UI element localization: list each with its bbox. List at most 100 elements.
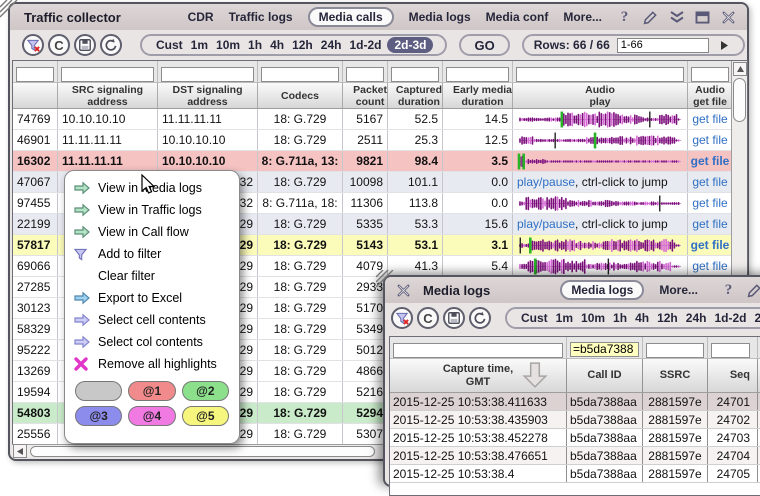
- media-filter-input[interactable]: [711, 343, 750, 358]
- audio-waveform[interactable]: [513, 193, 688, 213]
- v-scrollbar-thumb[interactable]: [733, 78, 746, 122]
- resize-grip-icon[interactable]: [376, 270, 394, 288]
- tab-media-conf[interactable]: Media conf: [486, 10, 549, 24]
- go-button[interactable]: GO: [459, 34, 509, 56]
- help-icon[interactable]: ?: [720, 283, 737, 298]
- column-filter-input[interactable]: [161, 67, 254, 82]
- get-file-link[interactable]: get file: [692, 196, 727, 210]
- audio-waveform[interactable]: [513, 235, 688, 255]
- tab-more-[interactable]: More...: [563, 10, 602, 24]
- edit-icon[interactable]: [746, 283, 760, 298]
- media-table-row[interactable]: 2015-12-25 10:53:38.435903b5da7388aa2881…: [390, 411, 760, 429]
- menu-item-add-to-filter[interactable]: Add to filter: [65, 243, 239, 265]
- tab-cdr[interactable]: CDR: [188, 10, 214, 24]
- column-header[interactable]: DST signaling address: [158, 83, 258, 108]
- media-table-row[interactable]: 2015-12-25 10:53:38.476651b5da7388aa2881…: [390, 447, 760, 465]
- tab-media-calls[interactable]: Media calls: [308, 7, 394, 27]
- audio-waveform[interactable]: [513, 151, 688, 171]
- time-range-4h[interactable]: 4h: [270, 38, 284, 52]
- get-file-link[interactable]: get file: [692, 133, 727, 147]
- media-column-header[interactable]: Seq: [708, 359, 758, 392]
- get-file-link[interactable]: get file: [691, 154, 730, 168]
- highlight-swatch-@2[interactable]: @2: [182, 381, 229, 401]
- save-button[interactable]: [74, 34, 96, 56]
- time-range-24h[interactable]: 24h: [321, 38, 342, 52]
- column-filter-input[interactable]: [61, 67, 154, 82]
- highlight-swatch-@5[interactable]: @5: [182, 406, 229, 426]
- column-filter-input[interactable]: [516, 67, 684, 82]
- media-filter-input[interactable]: [646, 343, 704, 358]
- time-range-cust[interactable]: Cust: [521, 311, 548, 325]
- play-pause-link[interactable]: play/pause: [517, 217, 575, 231]
- time-range-1h[interactable]: 1h: [613, 311, 627, 325]
- time-range-1d-2d[interactable]: 1d-2d: [349, 38, 381, 52]
- filter-clear-button[interactable]: [391, 307, 413, 329]
- column-filter-input[interactable]: [446, 67, 509, 82]
- menu-item-view-in-call-flow[interactable]: View in Call flow: [65, 221, 239, 243]
- time-range-2d-3d[interactable]: 2d-3d: [754, 311, 760, 325]
- media-column-header[interactable]: SSRC: [643, 359, 708, 392]
- menu-item-remove-all-highlights[interactable]: Remove all highlights: [65, 353, 239, 375]
- audio-waveform[interactable]: [513, 109, 688, 129]
- time-range-10m[interactable]: 10m: [581, 311, 605, 325]
- menu-item-clear-filter[interactable]: Clear filter: [65, 265, 239, 287]
- next-page-icon[interactable]: [716, 38, 733, 53]
- highlight-swatch-@3[interactable]: @3: [75, 406, 122, 426]
- time-range-1m[interactable]: 1m: [191, 38, 208, 52]
- column-header[interactable]: Captured duration: [388, 83, 443, 108]
- scroll-left-icon[interactable]: [13, 444, 27, 458]
- window-icon[interactable]: [694, 10, 711, 25]
- get-file-link[interactable]: get file: [691, 238, 730, 252]
- media-tab-more-[interactable]: More...: [659, 283, 698, 297]
- column-header[interactable]: SRC signaling address: [58, 83, 158, 108]
- tab-media-logs[interactable]: Media logs: [409, 10, 471, 24]
- media-table-row[interactable]: 2015-12-25 10:53:38.411633b5da7388aa2881…: [390, 393, 760, 411]
- chevron-double-down-icon[interactable]: [668, 10, 685, 25]
- edit-icon[interactable]: [642, 10, 659, 25]
- column-header[interactable]: Early media duration: [443, 83, 513, 108]
- filter-clear-button[interactable]: [22, 34, 44, 56]
- menu-item-view-in-traffic-logs[interactable]: View in Traffic logs: [65, 199, 239, 221]
- column-filter-input[interactable]: [16, 67, 54, 82]
- media-table-row[interactable]: 2015-12-25 10:53:38.4b5da7388aa2881597e2…: [390, 465, 760, 483]
- c-button[interactable]: C: [48, 34, 70, 56]
- reload-button[interactable]: [469, 307, 491, 329]
- media-column-header[interactable]: Call ID: [567, 359, 643, 392]
- time-range-2d-3d[interactable]: 2d-3d: [387, 37, 433, 53]
- column-filter-input[interactable]: [261, 67, 339, 82]
- get-file-link[interactable]: get file: [692, 259, 727, 273]
- get-file-link[interactable]: get file: [692, 112, 727, 126]
- save-button[interactable]: [443, 307, 465, 329]
- column-header[interactable]: Codecs: [258, 83, 343, 108]
- get-file-link[interactable]: get file: [692, 175, 727, 189]
- column-filter-input[interactable]: [346, 67, 384, 82]
- audio-waveform[interactable]: [513, 256, 688, 276]
- media-table-row[interactable]: 2015-12-25 10:53:38.452278b5da7388aa2881…: [390, 429, 760, 447]
- menu-item-select-col-contents[interactable]: Select col contents: [65, 331, 239, 353]
- media-column-header[interactable]: Capture time, GMT: [390, 359, 567, 392]
- column-filter-input[interactable]: [391, 67, 439, 82]
- table-row[interactable]: 1630211.11.11.1110.10.10.108: G.711a, 13…: [13, 151, 733, 172]
- close-icon[interactable]: [720, 10, 737, 25]
- time-range-12h[interactable]: 12h: [657, 311, 678, 325]
- time-range-10m[interactable]: 10m: [216, 38, 240, 52]
- cell-audio-play[interactable]: play/pause, ctrl-click to jump: [513, 214, 688, 234]
- get-file-link[interactable]: get file: [692, 217, 727, 231]
- time-range-1d-2d[interactable]: 1d-2d: [714, 311, 746, 325]
- time-range-1m[interactable]: 1m: [556, 311, 573, 325]
- reload-button[interactable]: [100, 34, 122, 56]
- time-range-24h[interactable]: 24h: [686, 311, 707, 325]
- media-filter-input[interactable]: [393, 343, 563, 358]
- column-header[interactable]: Packet count: [343, 83, 388, 108]
- resize-grip-icon[interactable]: [0, 0, 18, 18]
- help-icon[interactable]: ?: [616, 10, 633, 25]
- time-range-4h[interactable]: 4h: [635, 311, 649, 325]
- cell-audio-play[interactable]: play/pause, ctrl-click to jump: [513, 172, 688, 192]
- menu-item-export-to-excel[interactable]: Export to Excel: [65, 287, 239, 309]
- row-range-input[interactable]: [617, 38, 709, 53]
- column-header[interactable]: Audio play: [513, 83, 688, 108]
- call-id-filter-input[interactable]: [570, 342, 639, 357]
- c-button[interactable]: C: [417, 307, 439, 329]
- column-filter-input[interactable]: [691, 67, 729, 82]
- table-row[interactable]: 4690111.11.11.1110.10.10.1018: G.7292511…: [13, 130, 733, 151]
